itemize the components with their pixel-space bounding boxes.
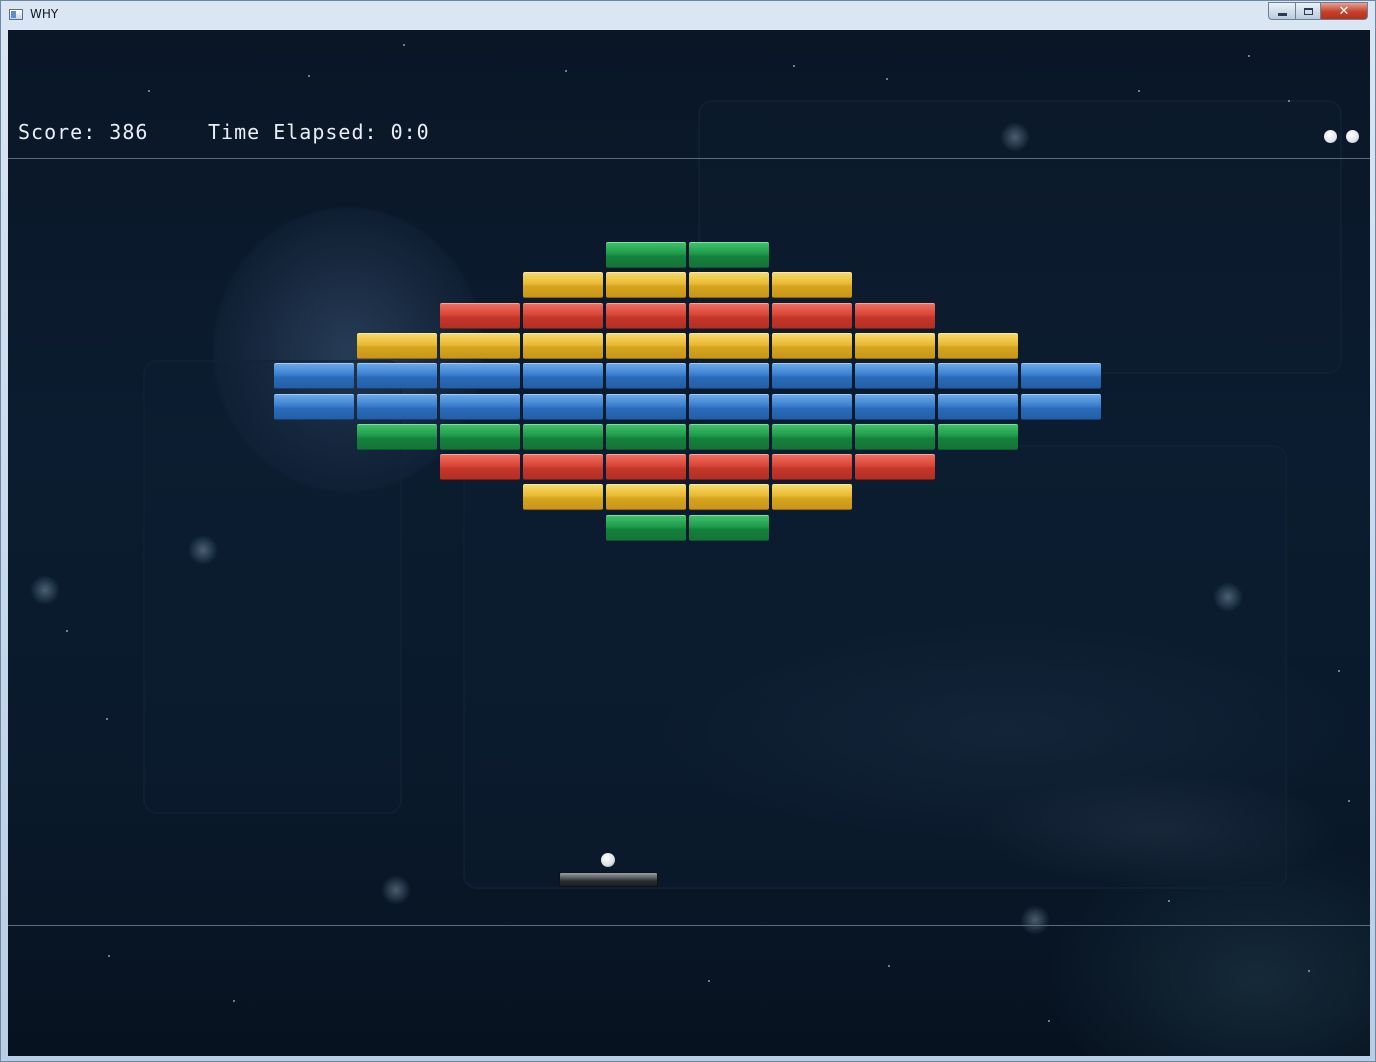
brick-blue [274,363,354,390]
maximize-icon [1303,7,1313,15]
brick-green [523,423,603,450]
maximize-button[interactable] [1295,2,1321,20]
brick-red [523,302,603,329]
brick-yellow [357,332,437,359]
brick-blue [606,393,686,420]
brick-blue [855,393,935,420]
brick-blue [772,393,852,420]
brick-green [689,514,769,541]
ball [601,853,615,867]
brick-blue [689,363,769,390]
brick-blue [357,393,437,420]
brick-red [855,302,935,329]
brick-yellow [523,332,603,359]
brick-blue [938,363,1018,390]
brick-yellow [440,332,520,359]
brick-red [689,454,769,481]
brick-green [772,423,852,450]
brick-blue [772,363,852,390]
brick-red [606,454,686,481]
brick-blue [689,393,769,420]
time-elapsed-display: Time Elapsed: 0:0 [208,120,430,144]
close-button[interactable]: ✕ [1321,2,1368,20]
brick-red [689,302,769,329]
score-display: Score: 386 [18,120,149,144]
brick-blue [855,363,935,390]
star [1048,1020,1050,1022]
brick-green [855,423,935,450]
hud-bar: Score: 386 Time Elapsed: 0:0 [8,30,1370,159]
star [1308,970,1310,972]
brick-blue [1021,363,1101,390]
brick-blue [357,363,437,390]
brick-blue [1021,393,1101,420]
brick-yellow [523,484,603,511]
brick-yellow [606,332,686,359]
brick-yellow [689,332,769,359]
brick-red [440,454,520,481]
brick-yellow [772,332,852,359]
app-icon [9,9,23,20]
star [888,965,890,967]
brick-yellow [855,332,935,359]
game-window: WHY ✕ Score: 386 Time Elapsed: 0:0 [0,0,1376,1062]
brick-green [357,423,437,450]
brick-blue [274,393,354,420]
brick-red [772,454,852,481]
title-bar[interactable]: WHY ✕ [1,1,1375,29]
brick-green [689,423,769,450]
play-field[interactable] [8,159,1370,925]
brick-blue [440,363,520,390]
brick-red [523,454,603,481]
brick-blue [938,393,1018,420]
close-icon: ✕ [1338,3,1350,19]
brick-blue [606,363,686,390]
life-ball-icon [1324,130,1337,143]
brick-green [440,423,520,450]
brick-green [606,514,686,541]
brick-blue [440,393,520,420]
minimize-button[interactable] [1268,2,1295,20]
brick-yellow [772,272,852,299]
star [233,1000,235,1002]
brick-green [938,423,1018,450]
brick-yellow [689,484,769,511]
brick-yellow [606,272,686,299]
brick-red [855,454,935,481]
window-title: WHY [30,7,59,21]
star [108,955,110,957]
brick-green [606,423,686,450]
brick-blue [523,393,603,420]
brick-yellow [772,484,852,511]
brick-yellow [689,272,769,299]
brick-blue [523,363,603,390]
brick-yellow [523,272,603,299]
brick-red [440,302,520,329]
minimize-icon [1277,12,1287,16]
brick-red [772,302,852,329]
life-ball-icon [1346,130,1359,143]
brick-red [606,302,686,329]
game-canvas[interactable]: Score: 386 Time Elapsed: 0:0 [8,30,1370,1056]
window-controls: ✕ [1268,2,1368,21]
brick-yellow [606,484,686,511]
brick-green [689,242,769,268]
playfield-bottom-border [8,925,1370,926]
star [708,980,710,982]
paddle[interactable] [559,872,658,887]
brick-green [606,242,686,268]
brick-yellow [938,332,1018,359]
